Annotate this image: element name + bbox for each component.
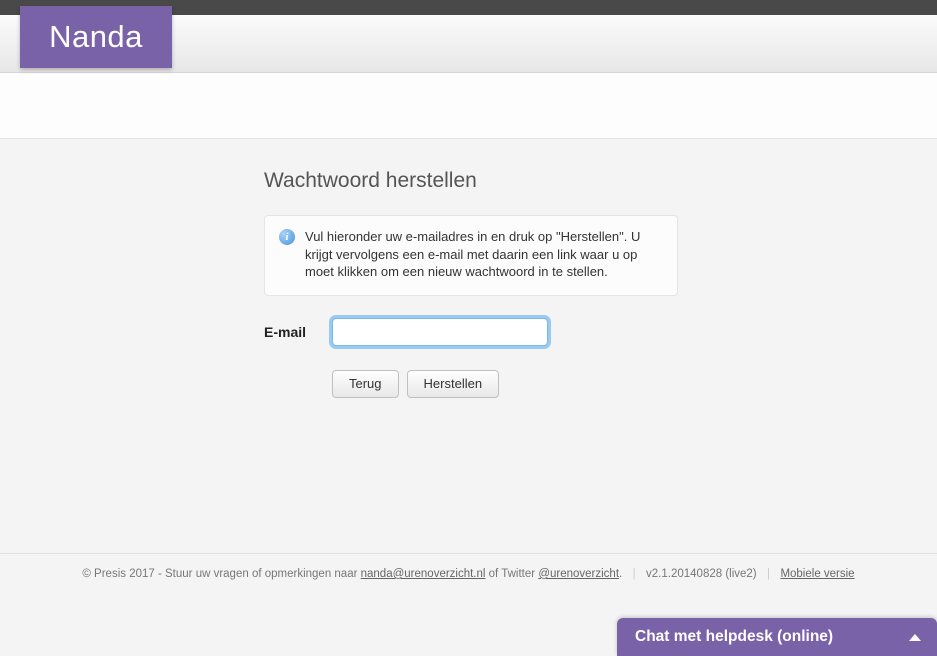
footer-mobile-link[interactable]: Mobiele versie bbox=[780, 568, 854, 580]
email-row: E-mail bbox=[264, 318, 678, 346]
button-row: Terug Herstellen bbox=[332, 370, 678, 398]
password-reset-panel: Wachtwoord herstellen Vul hieronder uw e… bbox=[264, 169, 678, 398]
info-box: Vul hieronder uw e-mailadres in en druk … bbox=[264, 215, 678, 296]
footer-twitter-link[interactable]: @urenoverzicht bbox=[538, 568, 619, 580]
footer-version: v2.1.20140828 (live2) bbox=[646, 568, 757, 580]
page-title: Wachtwoord herstellen bbox=[264, 169, 678, 193]
info-icon bbox=[279, 229, 295, 245]
footer: © Presis 2017 - Stuur uw vragen of opmer… bbox=[0, 553, 937, 580]
footer-email-link[interactable]: nanda@urenoverzicht.nl bbox=[361, 568, 486, 580]
logo[interactable]: Nanda bbox=[20, 6, 172, 68]
footer-sep-2: | bbox=[764, 568, 773, 580]
back-button[interactable]: Terug bbox=[332, 370, 399, 398]
footer-copyright: © Presis 2017 - Stuur uw vragen of opmer… bbox=[82, 568, 360, 580]
submit-button[interactable]: Herstellen bbox=[407, 370, 500, 398]
sub-header bbox=[0, 73, 937, 139]
chat-widget[interactable]: Chat met helpdesk (online) bbox=[617, 618, 937, 656]
email-field[interactable] bbox=[332, 318, 548, 346]
footer-twitter-prefix: of Twitter bbox=[485, 568, 538, 580]
email-label: E-mail bbox=[264, 324, 318, 340]
header: Nanda bbox=[0, 15, 937, 73]
footer-sep-1: | bbox=[629, 568, 638, 580]
chevron-up-icon bbox=[909, 634, 921, 641]
info-text: Vul hieronder uw e-mailadres in en druk … bbox=[305, 228, 663, 281]
footer-period: . bbox=[619, 568, 622, 580]
reset-form: E-mail Terug Herstellen bbox=[264, 318, 678, 398]
main-content: Wachtwoord herstellen Vul hieronder uw e… bbox=[0, 139, 937, 398]
chat-label: Chat met helpdesk (online) bbox=[635, 628, 833, 646]
